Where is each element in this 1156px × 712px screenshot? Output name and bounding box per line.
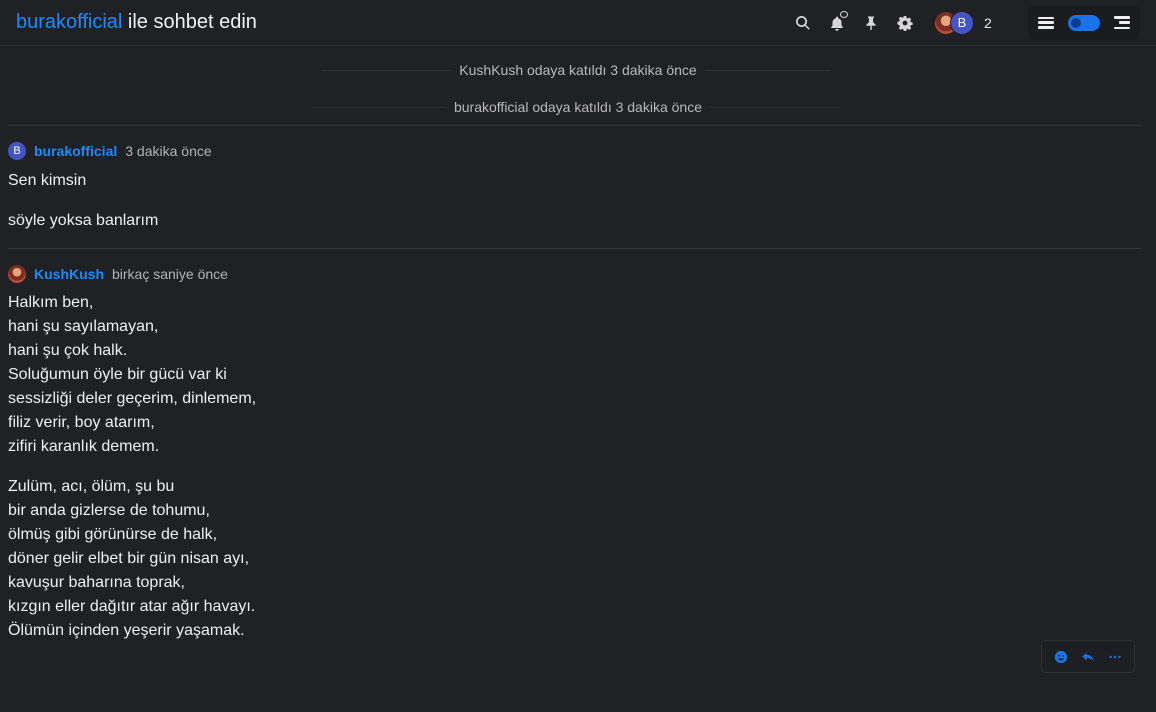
avatar[interactable]: B <box>8 142 26 160</box>
search-icon[interactable] <box>786 6 820 40</box>
page-title: burakofficial ile sohbet edin <box>16 11 257 34</box>
reply-icon[interactable] <box>1077 646 1099 668</box>
align-right-icon[interactable] <box>1114 16 1130 29</box>
participant-avatars[interactable]: B <box>934 10 974 35</box>
settings-gear-icon[interactable] <box>888 6 922 40</box>
pin-icon[interactable] <box>854 6 888 40</box>
avatar[interactable] <box>8 265 26 283</box>
message-line: sessizliği deler geçerim, dinlemem, <box>8 390 257 407</box>
message-actions <box>1041 640 1135 673</box>
system-message: KushKush odaya katıldı 3 dakika önce <box>0 60 1156 80</box>
participant-count: 2 <box>984 14 992 31</box>
message-line: Soluğumun öyle bir gücü var ki <box>8 366 227 383</box>
emoji-reaction-icon[interactable] <box>1050 646 1072 668</box>
message-line: bir anda gizlerse de tohumu, <box>8 502 210 519</box>
avatar-burakofficial: B <box>950 10 974 35</box>
divider <box>8 125 1142 126</box>
chat-message: KushKush birkaç saniye önce Halkım ben, … <box>8 264 1142 643</box>
message-line: hani şu çok halk. <box>8 342 128 359</box>
message-line: Ölümün içinden yeşerir yaşamak. <box>8 622 245 639</box>
message-username[interactable]: KushKush <box>34 266 104 282</box>
theme-toggle[interactable] <box>1068 14 1100 31</box>
message-line: zifiri karanlık demem. <box>8 438 160 455</box>
message-line: Zulüm, acı, ölüm, şu bu <box>8 478 175 495</box>
notification-indicator <box>840 10 848 18</box>
message-line: hani şu sayılamayan, <box>8 318 159 335</box>
system-message-text: burakofficial odaya katıldı 3 dakika önc… <box>445 99 710 115</box>
room-user-link[interactable]: burakofficial <box>16 11 122 33</box>
message-line: döner gelir elbet bir gün nisan ayı, <box>8 550 250 567</box>
system-message-text: KushKush odaya katıldı 3 dakika önce <box>451 62 705 78</box>
message-line: Halkım ben, <box>8 294 94 311</box>
message-time: 3 dakika önce <box>125 143 212 159</box>
system-message: burakofficial odaya katıldı 3 dakika önc… <box>0 97 1156 117</box>
message-time: birkaç saniye önce <box>112 266 228 282</box>
divider <box>8 248 1142 249</box>
message-line: söyle yoksa banlarım <box>8 212 159 229</box>
chat-header: burakofficial ile sohbet edin B 2 <box>0 0 1156 46</box>
message-line: ölmüş gibi görünürse de halk, <box>8 526 218 543</box>
message-line: Sen kimsin <box>8 172 87 189</box>
message-username[interactable]: burakofficial <box>34 143 117 159</box>
title-suffix: ile sohbet edin <box>122 11 257 33</box>
view-controls <box>1028 5 1140 40</box>
menu-icon[interactable] <box>1038 16 1054 29</box>
message-line: filiz verir, boy atarım, <box>8 414 155 431</box>
message-line: kızgın eller dağıtır atar ağır havayı. <box>8 598 256 615</box>
notification-bell-icon[interactable] <box>820 6 854 40</box>
chat-message: B burakofficial 3 dakika önce Sen kimsin… <box>8 141 1142 233</box>
more-options-icon[interactable] <box>1104 646 1126 668</box>
message-line: kavuşur baharına toprak, <box>8 574 185 591</box>
